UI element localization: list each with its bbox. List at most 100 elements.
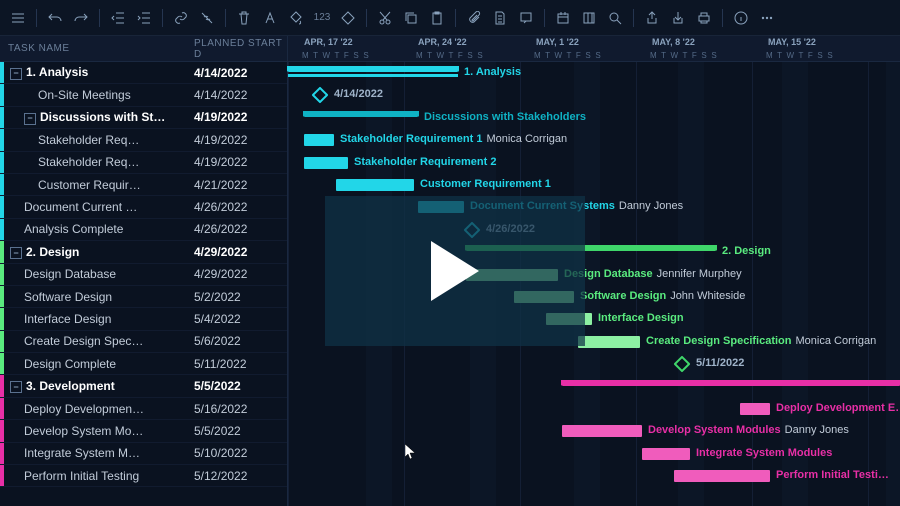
task-row[interactable]: Design Complete5/11/2022 — [0, 353, 287, 375]
copy-icon[interactable] — [399, 6, 423, 30]
task-bar[interactable] — [418, 201, 464, 213]
bar-label: 2. Design — [722, 245, 771, 257]
summary-bar[interactable] — [466, 245, 716, 251]
task-bar[interactable] — [642, 448, 690, 460]
task-row[interactable]: Stakeholder Req…4/19/2022 — [0, 129, 287, 151]
milestone-icon[interactable] — [464, 221, 481, 238]
separator — [722, 9, 723, 27]
task-bar[interactable] — [674, 470, 770, 482]
task-row[interactable]: Stakeholder Req…4/19/2022 — [0, 152, 287, 174]
summary-bar[interactable] — [288, 66, 458, 72]
calendar-icon[interactable] — [551, 6, 575, 30]
gantt-lane: Stakeholder Requirement 2 — [288, 152, 900, 174]
milestone-icon[interactable] — [312, 87, 329, 104]
week-label: MAY, 8 '22 — [652, 37, 695, 47]
task-date: 4/19/2022 — [190, 155, 287, 169]
task-date: 4/14/2022 — [190, 88, 287, 102]
grid-header: TASK NAME PLANNED START D — [0, 36, 287, 62]
gantt-lane: 2. Design — [288, 241, 900, 263]
task-date: 4/21/2022 — [190, 178, 287, 192]
menu-icon[interactable] — [6, 6, 30, 30]
bar-label: Stakeholder Requirement 1Monica Corrigan — [340, 133, 567, 145]
indent-icon[interactable] — [132, 6, 156, 30]
task-bar[interactable] — [466, 269, 558, 281]
delete-icon[interactable] — [232, 6, 256, 30]
task-bar[interactable] — [562, 425, 642, 437]
collapse-toggle[interactable]: − — [10, 247, 22, 259]
summary-bar[interactable] — [304, 111, 418, 117]
task-name: Design Database — [4, 267, 190, 281]
task-bar[interactable] — [336, 179, 414, 191]
task-row[interactable]: −2. Design4/29/2022 — [0, 241, 287, 263]
summary-bar[interactable] — [562, 380, 900, 386]
task-row[interactable]: On-Site Meetings4/14/2022 — [0, 84, 287, 106]
bar-label: 5/11/2022 — [696, 357, 744, 369]
task-row[interactable]: Software Design5/2/2022 — [0, 286, 287, 308]
task-row[interactable]: Document Current …4/26/2022 — [0, 196, 287, 218]
collapse-toggle[interactable]: − — [24, 113, 36, 125]
undo-icon[interactable] — [43, 6, 67, 30]
day-letters: M T W T F S S — [650, 51, 718, 60]
outdent-icon[interactable] — [106, 6, 130, 30]
gantt-lane — [288, 376, 900, 398]
bar-label: Customer Requirement 1 — [420, 178, 551, 190]
gantt-lane: Discussions with Stakeholders — [288, 107, 900, 129]
bar-label: Discussions with Stakeholders — [424, 111, 586, 123]
collapse-toggle[interactable]: − — [10, 68, 22, 80]
task-row[interactable]: Develop System Mo…5/5/2022 — [0, 420, 287, 442]
task-name: Create Design Spec… — [4, 334, 190, 348]
task-row[interactable]: −Discussions with St…4/19/2022 — [0, 107, 287, 129]
attach-icon[interactable] — [462, 6, 486, 30]
print-icon[interactable] — [692, 6, 716, 30]
task-bar[interactable] — [304, 134, 334, 146]
column-header-name[interactable]: TASK NAME — [0, 43, 190, 54]
timeline-body[interactable]: 1. Analysis4/14/2022Discussions with Sta… — [288, 62, 900, 506]
columns-icon[interactable] — [577, 6, 601, 30]
more-icon[interactable] — [755, 6, 779, 30]
collapse-toggle[interactable]: − — [10, 381, 22, 393]
page-number: 123 — [310, 6, 334, 30]
task-bar[interactable] — [546, 313, 592, 325]
task-name: Document Current … — [4, 200, 190, 214]
week-label: APR, 24 '22 — [418, 37, 467, 47]
task-date: 4/26/2022 — [190, 222, 287, 236]
task-row[interactable]: Deploy Developmen…5/16/2022 — [0, 398, 287, 420]
task-row[interactable]: Integrate System M…5/10/2022 — [0, 443, 287, 465]
task-row[interactable]: Customer Requir…4/21/2022 — [0, 174, 287, 196]
task-name: Design Complete — [4, 357, 190, 371]
task-bar[interactable] — [740, 403, 770, 415]
unlink-icon[interactable] — [195, 6, 219, 30]
cut-icon[interactable] — [373, 6, 397, 30]
redo-icon[interactable] — [69, 6, 93, 30]
task-row[interactable]: Design Database4/29/2022 — [0, 264, 287, 286]
document-icon[interactable] — [488, 6, 512, 30]
bar-label: Create Design SpecificationMonica Corrig… — [646, 335, 876, 347]
task-bar[interactable] — [578, 336, 640, 348]
task-date: 5/5/2022 — [190, 379, 287, 393]
task-row[interactable]: −3. Development5/5/2022 — [0, 375, 287, 397]
info-icon[interactable] — [729, 6, 753, 30]
bar-label: Interface Design — [598, 312, 684, 324]
separator — [544, 9, 545, 27]
column-header-start[interactable]: PLANNED START D — [190, 38, 287, 60]
diamond-icon[interactable] — [336, 6, 360, 30]
export-icon[interactable] — [640, 6, 664, 30]
task-row[interactable]: Interface Design5/4/2022 — [0, 308, 287, 330]
font-icon[interactable] — [258, 6, 282, 30]
task-row[interactable]: Create Design Spec…5/6/2022 — [0, 331, 287, 353]
task-bar[interactable] — [514, 291, 574, 303]
zoom-icon[interactable] — [603, 6, 627, 30]
task-row[interactable]: −1. Analysis4/14/2022 — [0, 62, 287, 84]
download-icon[interactable] — [666, 6, 690, 30]
task-row[interactable]: Perform Initial Testing5/12/2022 — [0, 465, 287, 487]
fill-icon[interactable] — [284, 6, 308, 30]
task-date: 5/16/2022 — [190, 402, 287, 416]
paste-icon[interactable] — [425, 6, 449, 30]
task-date: 4/26/2022 — [190, 200, 287, 214]
task-name: Software Design — [4, 290, 190, 304]
task-row[interactable]: Analysis Complete4/26/2022 — [0, 219, 287, 241]
note-icon[interactable] — [514, 6, 538, 30]
link-icon[interactable] — [169, 6, 193, 30]
milestone-icon[interactable] — [674, 356, 691, 373]
task-bar[interactable] — [304, 157, 348, 169]
